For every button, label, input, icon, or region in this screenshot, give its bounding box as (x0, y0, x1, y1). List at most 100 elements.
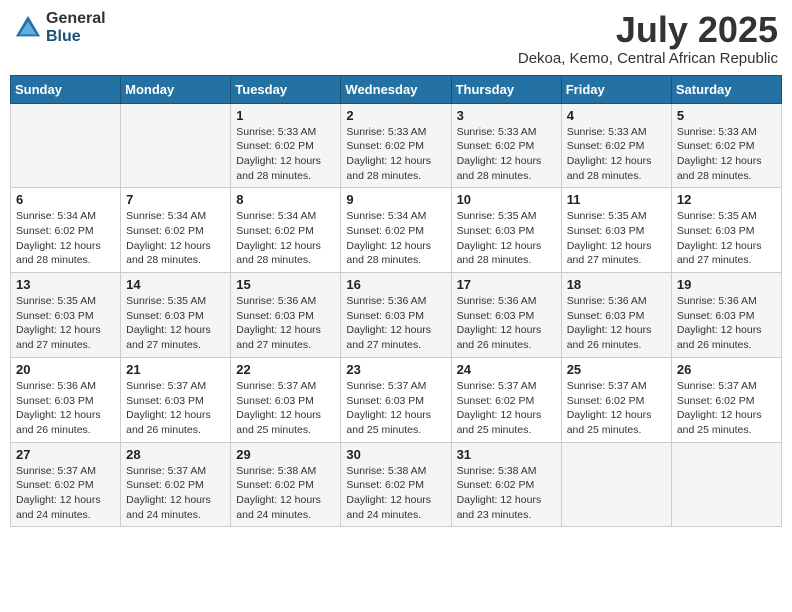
day-number: 28 (126, 447, 225, 462)
day-info: Sunrise: 5:35 AMSunset: 6:03 PMDaylight:… (677, 209, 776, 268)
day-info: Sunrise: 5:36 AMSunset: 6:03 PMDaylight:… (16, 379, 115, 438)
day-info: Sunrise: 5:37 AMSunset: 6:02 PMDaylight:… (126, 464, 225, 523)
calendar-cell: 14 Sunrise: 5:35 AMSunset: 6:03 PMDayligh… (121, 273, 231, 358)
calendar-cell: 21Sunrise: 5:37 AMSunset: 6:03 PMDayligh… (121, 357, 231, 442)
day-number: 26 (677, 362, 776, 377)
calendar-cell: 15 Sunrise: 5:36 AMSunset: 6:03 PMDayligh… (231, 273, 341, 358)
day-info: Sunrise: 5:33 AMSunset: 6:02 PMDaylight:… (567, 125, 666, 184)
day-number: 24 (457, 362, 556, 377)
calendar-cell: 27 Sunrise: 5:37 AMSunset: 6:02 PMDayligh… (11, 442, 121, 527)
day-info: Sunrise: 5:38 AMSunset: 6:02 PMDaylight:… (346, 464, 445, 523)
day-number: 9 (346, 192, 445, 207)
calendar-cell (561, 442, 671, 527)
day-info: Sunrise: 5:34 AMSunset: 6:02 PMDaylight:… (126, 209, 225, 268)
day-info: Sunrise: 5:35 AMSunset: 6:03 PMDaylight:… (567, 209, 666, 268)
calendar-cell: 9Sunrise: 5:34 AMSunset: 6:02 PMDaylight… (341, 188, 451, 273)
day-number: 14 (126, 277, 225, 292)
calendar-cell: 23 Sunrise: 5:37 AMSunset: 6:03 PMDayligh… (341, 357, 451, 442)
calendar-cell: 1Sunrise: 5:33 AMSunset: 6:02 PMDaylight… (231, 103, 341, 188)
calendar-cell: 25 Sunrise: 5:37 AMSunset: 6:02 PMDayligh… (561, 357, 671, 442)
day-number: 12 (677, 192, 776, 207)
weekday-header: Saturday (671, 75, 781, 103)
day-number: 15 (236, 277, 335, 292)
logo: General Blue (14, 10, 106, 45)
day-info: Sunrise: 5:35 AMSunset: 6:03 PMDaylight:… (16, 294, 115, 353)
calendar-cell: 22 Sunrise: 5:37 AMSunset: 6:03 PMDayligh… (231, 357, 341, 442)
day-number: 16 (346, 277, 445, 292)
calendar-cell: 6 Sunrise: 5:34 AMSunset: 6:02 PMDaylight… (11, 188, 121, 273)
day-info: Sunrise: 5:34 AMSunset: 6:02 PMDaylight:… (16, 209, 115, 268)
day-info: Sunrise: 5:33 AMSunset: 6:02 PMDaylight:… (677, 125, 776, 184)
calendar-week-row: 1Sunrise: 5:33 AMSunset: 6:02 PMDaylight… (11, 103, 782, 188)
day-number: 2 (346, 108, 445, 123)
calendar-week-row: 13 Sunrise: 5:35 AMSunset: 6:03 PMDayligh… (11, 273, 782, 358)
day-info: Sunrise: 5:38 AMSunset: 6:02 PMDaylight:… (457, 464, 556, 523)
day-number: 13 (16, 277, 115, 292)
calendar-cell: 26 Sunrise: 5:37 AMSunset: 6:02 PMDayligh… (671, 357, 781, 442)
day-info: Sunrise: 5:36 AMSunset: 6:03 PMDaylight:… (236, 294, 335, 353)
day-number: 27 (16, 447, 115, 462)
day-number: 20 (16, 362, 115, 377)
day-number: 22 (236, 362, 335, 377)
day-info: Sunrise: 5:33 AMSunset: 6:02 PMDaylight:… (457, 125, 556, 184)
day-number: 10 (457, 192, 556, 207)
calendar-cell: 24 Sunrise: 5:37 AMSunset: 6:02 PMDayligh… (451, 357, 561, 442)
weekday-header: Wednesday (341, 75, 451, 103)
weekday-header: Tuesday (231, 75, 341, 103)
day-number: 29 (236, 447, 335, 462)
day-info: Sunrise: 5:37 AMSunset: 6:02 PMDaylight:… (567, 379, 666, 438)
day-info: Sunrise: 5:36 AMSunset: 6:03 PMDaylight:… (346, 294, 445, 353)
calendar-cell: 28 Sunrise: 5:37 AMSunset: 6:02 PMDayligh… (121, 442, 231, 527)
day-number: 4 (567, 108, 666, 123)
title-block: July 2025 Dekoa, Kemo, Central African R… (518, 10, 778, 67)
day-info: Sunrise: 5:35 AMSunset: 6:03 PMDaylight:… (457, 209, 556, 268)
day-number: 18 (567, 277, 666, 292)
day-number: 30 (346, 447, 445, 462)
calendar-cell: 3 Sunrise: 5:33 AMSunset: 6:02 PMDaylight… (451, 103, 561, 188)
logo-icon (14, 14, 42, 42)
weekday-header: Monday (121, 75, 231, 103)
day-number: 8 (236, 192, 335, 207)
day-number: 31 (457, 447, 556, 462)
calendar-cell (11, 103, 121, 188)
day-info: Sunrise: 5:36 AMSunset: 6:03 PMDaylight:… (567, 294, 666, 353)
day-number: 25 (567, 362, 666, 377)
day-info: Sunrise: 5:33 AMSunset: 6:02 PMDaylight:… (346, 125, 445, 184)
day-info: Sunrise: 5:37 AMSunset: 6:03 PMDaylight:… (346, 379, 445, 438)
page-header: General Blue July 2025 Dekoa, Kemo, Cent… (10, 10, 782, 67)
weekday-header: Sunday (11, 75, 121, 103)
calendar-cell: 11 Sunrise: 5:35 AMSunset: 6:03 PMDayligh… (561, 188, 671, 273)
calendar-cell: 13 Sunrise: 5:35 AMSunset: 6:03 PMDayligh… (11, 273, 121, 358)
calendar-cell: 7Sunrise: 5:34 AMSunset: 6:02 PMDaylight… (121, 188, 231, 273)
day-number: 5 (677, 108, 776, 123)
day-number: 23 (346, 362, 445, 377)
calendar-cell: 31 Sunrise: 5:38 AMSunset: 6:02 PMDayligh… (451, 442, 561, 527)
weekday-header-row: SundayMondayTuesdayWednesdayThursdayFrid… (11, 75, 782, 103)
day-info: Sunrise: 5:36 AMSunset: 6:03 PMDaylight:… (677, 294, 776, 353)
day-info: Sunrise: 5:37 AMSunset: 6:03 PMDaylight:… (236, 379, 335, 438)
calendar-cell: 17Sunrise: 5:36 AMSunset: 6:03 PMDayligh… (451, 273, 561, 358)
weekday-header: Friday (561, 75, 671, 103)
calendar-cell: 8 Sunrise: 5:34 AMSunset: 6:02 PMDaylight… (231, 188, 341, 273)
calendar-cell: 2 Sunrise: 5:33 AMSunset: 6:02 PMDaylight… (341, 103, 451, 188)
day-number: 19 (677, 277, 776, 292)
calendar-cell: 30 Sunrise: 5:38 AMSunset: 6:02 PMDayligh… (341, 442, 451, 527)
calendar-cell: 29Sunrise: 5:38 AMSunset: 6:02 PMDayligh… (231, 442, 341, 527)
calendar-cell: 16 Sunrise: 5:36 AMSunset: 6:03 PMDayligh… (341, 273, 451, 358)
day-info: Sunrise: 5:34 AMSunset: 6:02 PMDaylight:… (236, 209, 335, 268)
location-subtitle: Dekoa, Kemo, Central African Republic (518, 50, 778, 67)
day-number: 6 (16, 192, 115, 207)
day-number: 11 (567, 192, 666, 207)
day-info: Sunrise: 5:37 AMSunset: 6:02 PMDaylight:… (457, 379, 556, 438)
calendar-cell: 19 Sunrise: 5:36 AMSunset: 6:03 PMDayligh… (671, 273, 781, 358)
day-number: 3 (457, 108, 556, 123)
month-title: July 2025 (518, 10, 778, 50)
calendar-cell: 4 Sunrise: 5:33 AMSunset: 6:02 PMDaylight… (561, 103, 671, 188)
logo-blue: Blue (46, 28, 106, 46)
calendar-week-row: 27 Sunrise: 5:37 AMSunset: 6:02 PMDayligh… (11, 442, 782, 527)
day-info: Sunrise: 5:37 AMSunset: 6:02 PMDaylight:… (677, 379, 776, 438)
day-info: Sunrise: 5:37 AMSunset: 6:02 PMDaylight:… (16, 464, 115, 523)
calendar-cell: 18 Sunrise: 5:36 AMSunset: 6:03 PMDayligh… (561, 273, 671, 358)
calendar-cell: 12 Sunrise: 5:35 AMSunset: 6:03 PMDayligh… (671, 188, 781, 273)
day-info: Sunrise: 5:35 AMSunset: 6:03 PMDaylight:… (126, 294, 225, 353)
